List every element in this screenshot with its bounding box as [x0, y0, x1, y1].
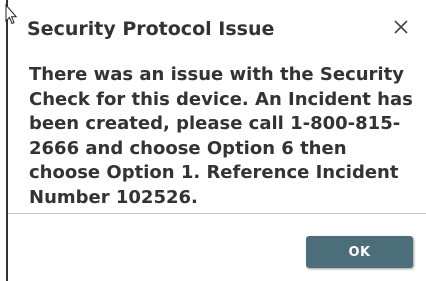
dialog-title: Security Protocol Issue — [27, 18, 275, 40]
ok-button[interactable]: OK — [306, 236, 413, 268]
security-protocol-dialog: Security Protocol Issue There was an iss… — [6, 0, 426, 281]
footer-divider — [8, 213, 426, 214]
dialog-header: Security Protocol Issue — [8, 0, 426, 58]
dialog-message: There was an issue with the Security Che… — [29, 64, 413, 208]
mouse-pointer-icon — [0, 3, 18, 28]
close-icon[interactable] — [392, 18, 410, 36]
